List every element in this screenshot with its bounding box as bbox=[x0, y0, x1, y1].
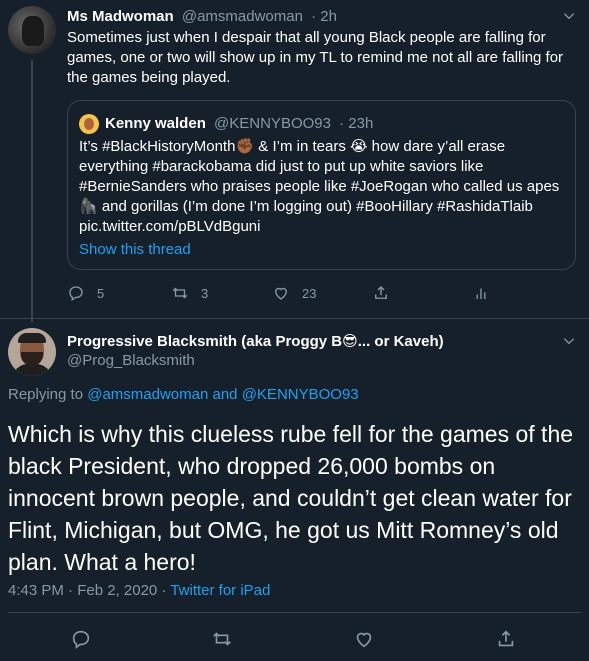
thread-connector bbox=[31, 60, 33, 322]
retweet-count: 3 bbox=[201, 285, 209, 301]
show-thread-link[interactable]: Show this thread bbox=[79, 241, 191, 258]
author-name[interactable]: Ms Madwoman bbox=[67, 8, 174, 25]
like-count: 23 bbox=[302, 285, 317, 301]
reply-button[interactable]: 5 bbox=[67, 284, 104, 302]
quoted-text: It’s #BlackHistoryMonth✊🏾 & I’m in tears… bbox=[79, 138, 560, 235]
share-icon bbox=[498, 630, 514, 647]
reply-and[interactable]: and bbox=[213, 386, 238, 403]
retweet-icon bbox=[172, 287, 188, 299]
author-handle[interactable]: @amsmadwoman bbox=[182, 8, 303, 25]
divider bbox=[0, 318, 589, 319]
analytics-button[interactable] bbox=[472, 284, 490, 302]
heart-icon bbox=[356, 632, 372, 648]
avatar[interactable] bbox=[8, 328, 56, 376]
quoted-author-name: Kenny walden bbox=[105, 115, 206, 132]
tweet-meta: 4:43 PM · Feb 2, 2020 · Twitter for iPad bbox=[8, 582, 270, 599]
like-button[interactable]: 23 bbox=[272, 284, 316, 302]
reply-user-link[interactable]: @amsmadwoman bbox=[87, 386, 208, 403]
reply-button[interactable] bbox=[70, 628, 92, 650]
quoted-time: · 23h bbox=[339, 115, 374, 132]
author-name[interactable]: Progressive Blacksmith (aka Proggy B😎...… bbox=[67, 332, 444, 350]
share-icon bbox=[375, 286, 387, 299]
divider bbox=[8, 612, 581, 613]
quoted-avatar bbox=[79, 114, 99, 134]
retweet-icon bbox=[213, 632, 231, 646]
quoted-header: Kenny walden @KENNYBOO93 · 23h bbox=[105, 115, 373, 132]
quoted-tweet[interactable]: Kenny walden @KENNYBOO93 · 23h It’s #Bla… bbox=[67, 100, 576, 270]
analytics-icon bbox=[476, 288, 486, 299]
retweet-button[interactable] bbox=[211, 628, 233, 650]
reply-icon bbox=[72, 630, 90, 649]
tweet-actions bbox=[0, 628, 589, 652]
chevron-down-icon[interactable] bbox=[562, 334, 576, 348]
reply-count: 5 bbox=[97, 285, 105, 301]
like-button[interactable] bbox=[353, 628, 375, 650]
chevron-down-icon[interactable] bbox=[562, 9, 576, 23]
heart-icon bbox=[275, 287, 287, 300]
tweet-text: Sometimes just when I despair that all y… bbox=[67, 29, 564, 86]
retweet-button[interactable]: 3 bbox=[171, 284, 208, 302]
timestamp[interactable]: 4:43 PM · Feb 2, 2020 · bbox=[8, 582, 166, 599]
share-button[interactable] bbox=[495, 628, 517, 650]
reply-user-link[interactable]: @KENNYBOO93 bbox=[242, 386, 359, 403]
source-link[interactable]: Twitter for iPad bbox=[170, 582, 270, 599]
avatar[interactable] bbox=[8, 6, 56, 54]
replying-prefix: Replying to bbox=[8, 386, 84, 403]
share-button[interactable] bbox=[372, 284, 390, 302]
tweet-actions: 5 3 23 bbox=[67, 284, 507, 304]
replying-to: Replying to @amsmadwoman and @KENNYBOO93 bbox=[8, 386, 359, 403]
tweet-time[interactable]: · 2h bbox=[311, 8, 337, 25]
author-handle[interactable]: @Prog_Blacksmith bbox=[67, 352, 195, 369]
reply-icon bbox=[69, 286, 83, 302]
parent-tweet[interactable]: Ms Madwoman @amsmadwoman · 2h Sometimes … bbox=[0, 0, 589, 322]
tweet-header: Ms Madwoman @amsmadwoman · 2h bbox=[67, 8, 337, 25]
tweet-text: Which is why this clueless rube fell for… bbox=[8, 421, 574, 575]
quoted-author-handle: @KENNYBOO93 bbox=[214, 115, 331, 132]
